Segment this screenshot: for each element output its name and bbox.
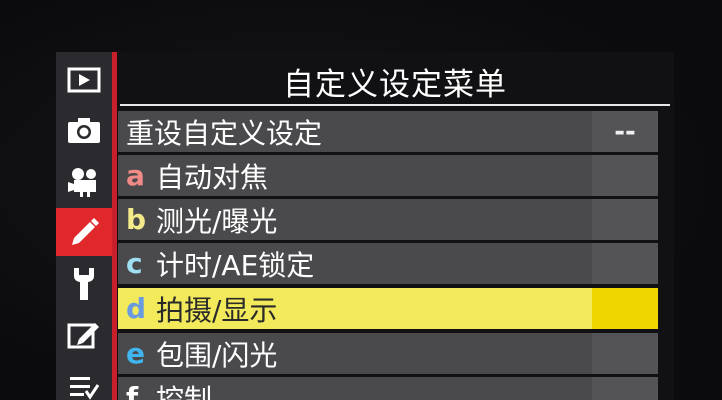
wrench-icon xyxy=(74,268,94,300)
menu-item-label: 控制 xyxy=(156,382,213,400)
tab-custom-settings[interactable] xyxy=(56,208,112,256)
menu-item-value xyxy=(592,288,658,329)
tab-photo-shooting[interactable] xyxy=(56,106,112,154)
menu-item-label: 包围/闪光 xyxy=(156,338,278,372)
menu-item-label: 重设自定义设定 xyxy=(126,116,323,150)
tab-playback[interactable] xyxy=(56,56,112,104)
menu-item-letter: f xyxy=(126,381,139,400)
menu-item-letter: a xyxy=(126,159,145,192)
menu-item-metering-exposure[interactable]: b 测光/曝光 xyxy=(118,199,658,240)
menu-item-label: 测光/曝光 xyxy=(156,204,278,238)
menu-item-label: 拍摄/显示 xyxy=(156,293,278,327)
menu-item-value xyxy=(592,155,658,196)
movie-camera-icon xyxy=(68,168,96,197)
my-menu-icon xyxy=(70,377,100,400)
menu-item-timers-ae-lock[interactable]: c 计时/AE锁定 xyxy=(118,243,658,284)
menu-item-value xyxy=(592,377,658,400)
menu-item-value xyxy=(592,333,658,374)
tab-retouch[interactable] xyxy=(56,310,112,358)
menu-item-shooting-display[interactable]: d 拍摄/显示 xyxy=(118,288,658,329)
menu-item-label: 自动对焦 xyxy=(156,160,269,194)
menu-item-reset-custom[interactable]: 重设自定义设定 -- xyxy=(118,111,658,152)
tab-setup[interactable] xyxy=(56,260,112,308)
retouch-icon xyxy=(67,323,99,349)
menu-item-value: -- xyxy=(592,111,658,152)
tab-my-menu[interactable] xyxy=(56,364,112,400)
camera-icon xyxy=(68,118,100,143)
pencil-icon xyxy=(72,218,99,245)
menu-item-value xyxy=(592,199,658,240)
playback-icon xyxy=(67,67,101,93)
menu-title: 自定义设定菜单 xyxy=(283,66,507,103)
menu-item-letter: e xyxy=(126,337,145,370)
menu-item-label: 计时/AE锁定 xyxy=(156,248,315,282)
menu-item-value xyxy=(592,243,658,284)
menu-item-controls[interactable]: f 控制 xyxy=(118,377,658,400)
tab-movie-shooting[interactable] xyxy=(56,158,112,206)
menu-item-letter: c xyxy=(126,247,143,280)
menu-item-letter: d xyxy=(126,292,147,325)
menu-item-autofocus[interactable]: a 自动对焦 xyxy=(118,155,658,196)
menu-item-bracketing-flash[interactable]: e 包围/闪光 xyxy=(118,333,658,374)
title-underline xyxy=(120,104,670,106)
tab-divider xyxy=(112,52,117,400)
menu-tab-column xyxy=(56,52,112,400)
menu-item-letter: b xyxy=(126,203,147,236)
camera-screen: 自定义设定菜单 重设自定义设定 -- a 自动对焦 b 测光/曝光 c 计时/A… xyxy=(0,0,722,400)
